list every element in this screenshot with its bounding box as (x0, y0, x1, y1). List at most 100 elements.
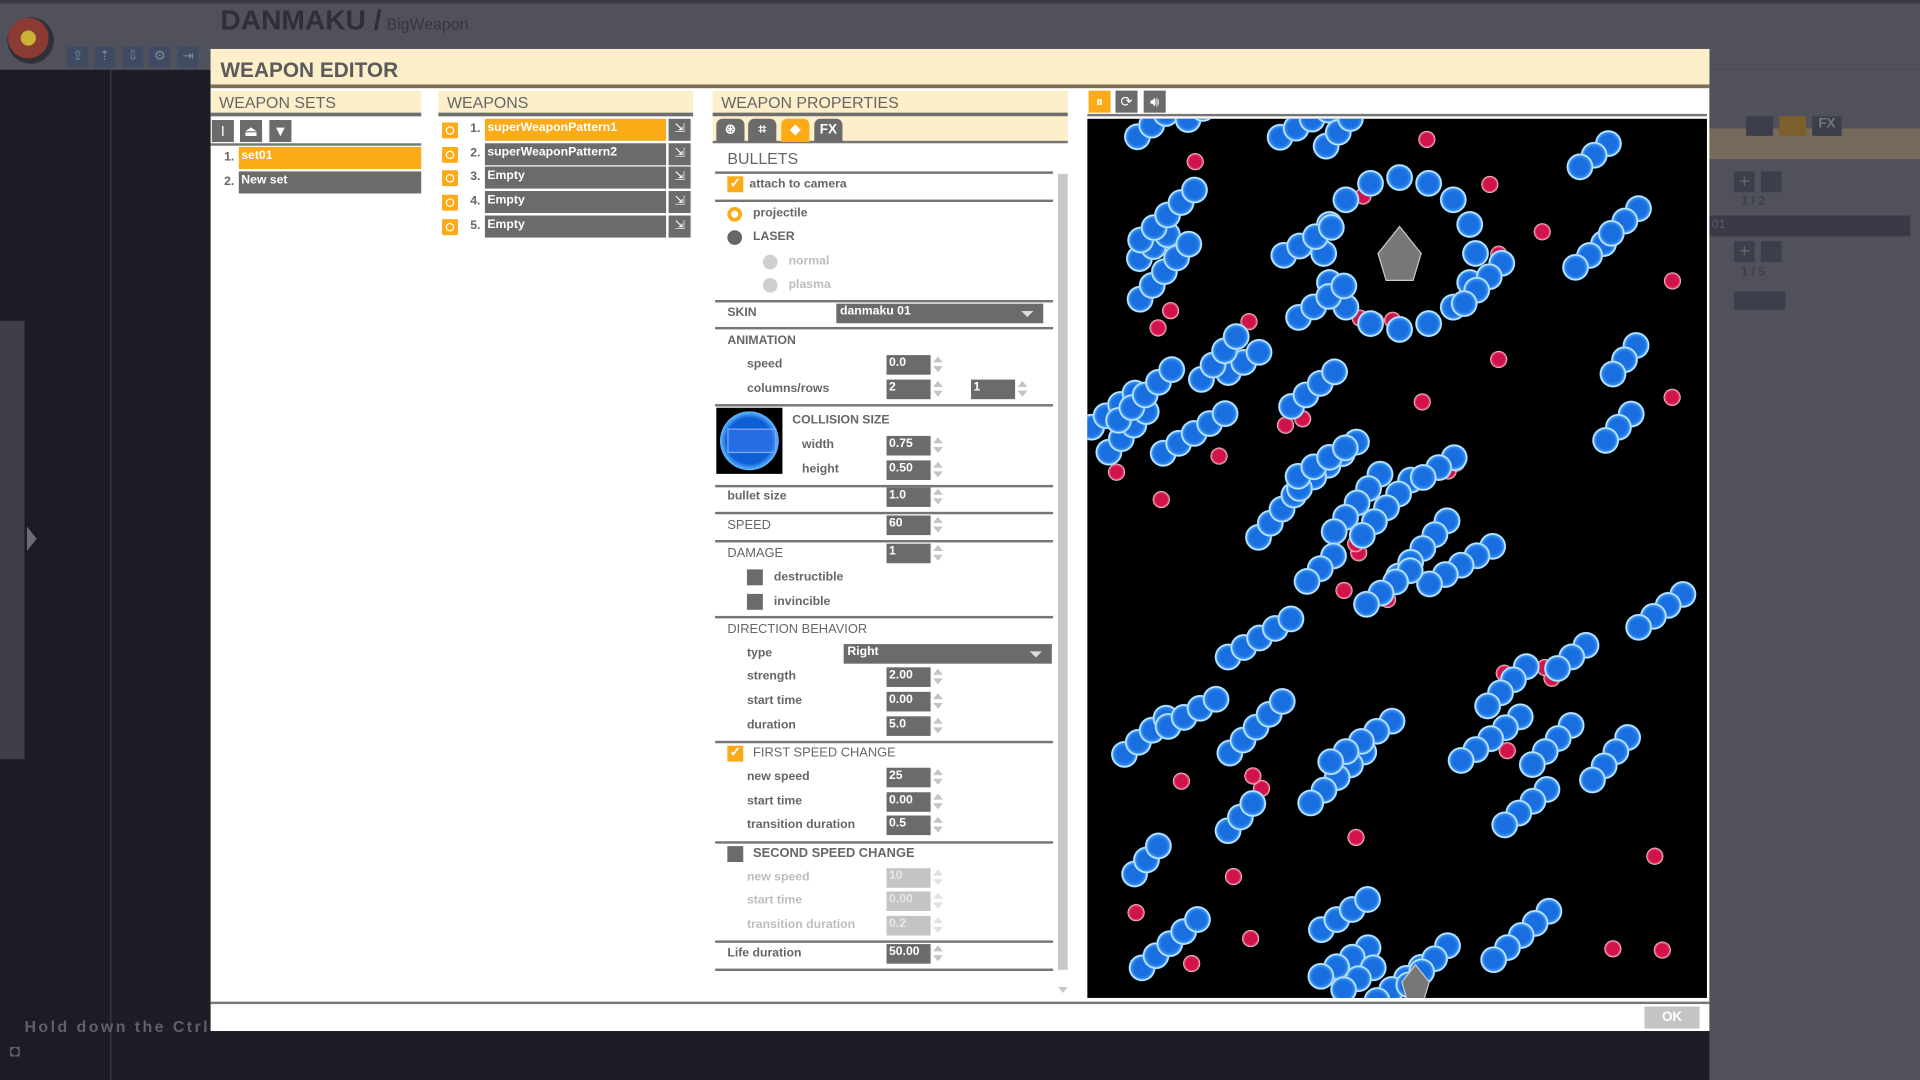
weapon-item[interactable]: Empty (484, 191, 667, 214)
direction-start-stepper[interactable] (933, 692, 944, 712)
visibility-icon[interactable] (442, 146, 458, 163)
strength-input[interactable]: 2.00 (886, 667, 931, 687)
left-panel-tab[interactable] (0, 320, 25, 760)
bomb-tab-icon[interactable] (1779, 116, 1807, 136)
first-trans-stepper[interactable] (933, 816, 944, 836)
weapon-set-item[interactable]: New set (238, 171, 422, 194)
export-all-icon[interactable]: ⇡ (94, 46, 116, 68)
collision-width-stepper[interactable] (933, 436, 944, 456)
direction-start-input[interactable]: 0.00 (886, 691, 931, 712)
first-new-speed-stepper[interactable] (933, 768, 944, 788)
rows-stepper[interactable] (1017, 380, 1029, 400)
import-icon[interactable]: ⇩ (122, 46, 144, 68)
first-start-stepper[interactable] (933, 792, 944, 812)
delete-icon[interactable] (1760, 241, 1782, 263)
normal-radio[interactable] (762, 254, 778, 270)
load-pattern-icon[interactable]: ⇲ (668, 167, 691, 190)
bomb-icon[interactable] (1733, 291, 1786, 310)
rows-input[interactable]: 1 (971, 379, 1016, 400)
first-trans-input[interactable]: 0.5 (886, 815, 931, 836)
first-speed-checkbox[interactable]: ✓ (727, 745, 744, 762)
second-new-speed-input[interactable]: 10 (886, 868, 931, 888)
second-start-input[interactable]: 0.00 (886, 891, 931, 912)
add-icon[interactable]: + (1733, 171, 1755, 193)
globe-icon[interactable]: ⊛ (716, 118, 745, 143)
add-icon[interactable]: + (1733, 241, 1755, 263)
bullet-size-stepper[interactable] (933, 487, 944, 507)
expand-arrow-icon[interactable] (26, 526, 37, 552)
plasma-radio[interactable] (762, 277, 778, 293)
export-icon[interactable]: ⇪ (67, 46, 89, 68)
speed-stepper[interactable] (933, 516, 944, 536)
skin-dropdown[interactable]: danmaku 01 (836, 303, 1044, 324)
attach-camera-checkbox[interactable]: ✓ (727, 176, 744, 193)
load-pattern-icon[interactable]: ⇲ (668, 191, 691, 214)
ok-button[interactable]: OK (1644, 1006, 1700, 1029)
preview-canvas[interactable] (1087, 118, 1707, 998)
weapon-item[interactable]: Empty (484, 215, 667, 238)
laser-radio[interactable] (727, 230, 743, 245)
sound-icon[interactable]: 🔊︎ (1143, 90, 1166, 113)
pause-icon[interactable]: ⏸ (1088, 90, 1111, 113)
visibility-icon[interactable] (442, 170, 458, 187)
visibility-icon[interactable] (442, 122, 458, 139)
rename-icon[interactable]: I (211, 120, 234, 143)
move-down-icon[interactable]: ▼ (269, 120, 292, 143)
anim-speed-stepper[interactable] (933, 355, 944, 375)
columns-stepper[interactable] (933, 380, 944, 400)
second-trans-input[interactable]: 0.2 (886, 915, 931, 936)
life-duration-stepper[interactable] (933, 944, 944, 964)
weapon-item[interactable]: Empty (484, 167, 667, 190)
second-start-stepper[interactable] (933, 891, 944, 911)
scroll-down-icon[interactable] (1057, 986, 1068, 994)
blue-bullet (1158, 356, 1186, 384)
direction-duration-input[interactable]: 5.0 (886, 716, 931, 736)
load-pattern-icon[interactable]: ⇲ (668, 118, 691, 141)
weapon-item[interactable]: superWeaponPattern1 (484, 118, 667, 141)
damage-input[interactable]: 1 (886, 543, 931, 564)
divider (715, 615, 1054, 619)
first-start-input[interactable]: 0.00 (886, 792, 931, 812)
blue-bullet (1297, 789, 1325, 817)
divider (715, 511, 1054, 515)
bullet-icon[interactable]: ◆ (781, 118, 810, 143)
second-trans-stepper[interactable] (933, 916, 944, 936)
copy-icon[interactable] (1746, 116, 1774, 136)
weapon-set-item[interactable]: set01 (238, 146, 422, 169)
divider (715, 740, 1054, 744)
move-up-icon[interactable]: ⏏ (240, 120, 263, 143)
damage-stepper[interactable] (933, 544, 944, 564)
tab-fx[interactable]: FX (814, 118, 843, 143)
visibility-icon[interactable] (442, 218, 458, 235)
anim-speed-input[interactable]: 0.0 (886, 355, 931, 375)
delete-icon[interactable] (1760, 171, 1782, 193)
first-new-speed-input[interactable]: 25 (886, 767, 931, 788)
collision-height-stepper[interactable] (933, 460, 944, 480)
exit-icon[interactable]: ⇥ (177, 46, 199, 68)
refresh-icon[interactable]: ⟳ (1115, 90, 1138, 113)
collision-height-input[interactable]: 0.50 (886, 460, 931, 481)
invincible-checkbox[interactable] (746, 593, 763, 610)
projectile-radio[interactable] (727, 206, 743, 222)
fx-tab[interactable]: FX (1812, 116, 1842, 136)
load-pattern-icon[interactable]: ⇲ (668, 142, 691, 165)
camera-icon[interactable]: ◘ (10, 1041, 44, 1063)
properties-scrollbar[interactable] (1057, 173, 1068, 970)
collision-width-input[interactable]: 0.75 (886, 435, 931, 456)
settings-icon[interactable]: ⚙ (149, 46, 171, 68)
destructible-checkbox[interactable] (746, 569, 763, 586)
pattern-icon[interactable]: ⌗ (748, 118, 777, 143)
load-pattern-icon[interactable]: ⇲ (668, 215, 691, 238)
direction-duration-stepper[interactable] (933, 716, 944, 736)
list-item[interactable]: 01 (1709, 215, 1911, 237)
weapon-item[interactable]: superWeaponPattern2 (484, 142, 667, 165)
life-duration-input[interactable]: 50.00 (886, 944, 931, 964)
columns-input[interactable]: 2 (886, 379, 931, 400)
second-new-speed-stepper[interactable] (933, 868, 944, 888)
visibility-icon[interactable] (442, 194, 458, 211)
speed-input[interactable]: 60 (886, 515, 931, 536)
second-speed-checkbox[interactable] (727, 846, 744, 863)
strength-stepper[interactable] (933, 667, 944, 687)
bullet-size-input[interactable]: 1.0 (886, 487, 931, 507)
direction-type-dropdown[interactable]: Right (843, 644, 1052, 664)
